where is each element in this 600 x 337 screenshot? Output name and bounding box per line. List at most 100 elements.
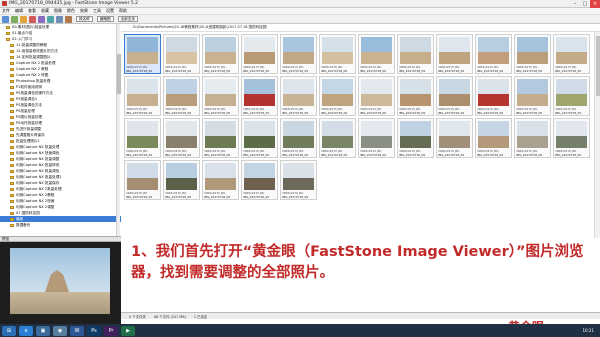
thumbnail[interactable]: 3968x2976 JPG IMG_20170718_09 bbox=[436, 34, 473, 74]
menu-item[interactable]: 工具 bbox=[93, 8, 101, 14]
menu-item[interactable]: 颜色 bbox=[67, 8, 75, 14]
thumbnail-filename: IMG_20170718_09 bbox=[399, 69, 425, 73]
thumbnail[interactable]: 3968x2976 JPG IMG_20170718_09 bbox=[163, 160, 200, 200]
rotate-icon[interactable] bbox=[38, 15, 45, 23]
thumbnail-scrollbar[interactable] bbox=[594, 32, 600, 238]
thumbnail-filename: IMG_20170718_09 bbox=[165, 69, 191, 73]
thumbnail[interactable]: 3968x2976 JPG IMG_20170718_09 bbox=[358, 118, 395, 158]
thumbnail[interactable]: 3968x2976 JPG IMG_20170718_09 bbox=[202, 118, 239, 158]
menu-item[interactable]: 文件 bbox=[2, 8, 10, 14]
taskbar-app-icon[interactable]: ▣ bbox=[36, 325, 50, 336]
path-bar[interactable]: D:\Documents\Pictures\20-18教程素材\05-大型建筑摄… bbox=[121, 24, 600, 32]
folder-tree-item[interactable]: 数据备份 bbox=[0, 222, 121, 228]
thumbnail[interactable]: 3968x2976 JPG IMG_20170718_09 bbox=[514, 34, 551, 74]
menu-item[interactable]: 效果 bbox=[80, 8, 88, 14]
folder-label: 07.国防科技园 bbox=[16, 210, 40, 215]
menu-item[interactable]: 帮助 bbox=[119, 8, 127, 14]
thumbnail[interactable]: 3968x2976 JPG IMG_20170718_09 bbox=[163, 76, 200, 116]
thumbnail[interactable]: 3968x2976 JPG IMG_20170718_09 bbox=[475, 118, 512, 158]
thumbnail[interactable]: 3968x2976 JPG IMG_20170718_09 bbox=[514, 118, 551, 158]
thumbnail[interactable]: 3968x2976 JPG IMG_20170718_09 bbox=[475, 34, 512, 74]
thumbnail-image bbox=[322, 121, 353, 148]
title-bar: IMG_20170718_094435.jpg - FastStone Imag… bbox=[0, 0, 600, 8]
thumbnail[interactable]: 3968x2976 JPG IMG_20170718_09 bbox=[397, 118, 434, 158]
thumbnail[interactable]: 3968x2976 JPG IMG_20170718_09 bbox=[319, 34, 356, 74]
batch-icon[interactable] bbox=[65, 15, 72, 23]
taskbar-app-icon[interactable]: ▶ bbox=[121, 325, 135, 336]
folder-icon bbox=[10, 193, 14, 197]
thumbnail[interactable]: 3968x2976 JPG IMG_20170718_09 bbox=[280, 118, 317, 158]
thumbnail[interactable]: 3968x2976 JPG IMG_20170718_09 bbox=[475, 76, 512, 116]
menu-item[interactable]: 收藏 bbox=[41, 8, 49, 14]
thumbnail-image bbox=[283, 121, 314, 148]
thumbnail[interactable]: 3968x2976 JPG IMG_20170718_09 bbox=[514, 76, 551, 116]
thumbnail[interactable]: 3968x2976 JPG IMG_20170718_09 bbox=[202, 160, 239, 200]
thumbnail[interactable]: 3968x2976 JPG IMG_20170718_09 bbox=[241, 160, 278, 200]
thumbnail[interactable]: 3968x2976 JPG IMG_20170718_09 bbox=[241, 118, 278, 158]
thumbnail[interactable]: 3968x2976 JPG IMG_20170718_09 bbox=[358, 76, 395, 116]
filter-select[interactable]: 全部支持 bbox=[117, 16, 138, 22]
folder-label: PS批量调色的操作方法 bbox=[16, 90, 53, 95]
thumbnail[interactable]: 3968x2976 JPG IMG_20170718_09 bbox=[280, 34, 317, 74]
thumbnail[interactable]: 3968x2976 JPG IMG_20170718_09 bbox=[124, 34, 161, 74]
thumbnail[interactable]: 3968x2976 JPG IMG_20170718_09 bbox=[163, 118, 200, 158]
menu-item[interactable]: 设置 bbox=[106, 8, 114, 14]
thumbnail[interactable]: 3968x2976 JPG IMG_20170718_09 bbox=[241, 34, 278, 74]
thumbnail[interactable]: 3968x2976 JPG IMG_20170718_09 bbox=[124, 160, 161, 200]
thumbnail[interactable]: 3968x2976 JPG IMG_20170718_09 bbox=[124, 118, 161, 158]
compare-icon[interactable] bbox=[47, 15, 54, 23]
folder-icon bbox=[6, 37, 10, 41]
folder-icon bbox=[10, 115, 14, 119]
thumbnail[interactable]: 3968x2976 JPG IMG_20170718_09 bbox=[202, 76, 239, 116]
thumbnail[interactable]: 3968x2976 JPG IMG_20170718_09 bbox=[319, 76, 356, 116]
thumbnail[interactable]: 3968x2976 JPG IMG_20170718_09 bbox=[124, 76, 161, 116]
email-icon[interactable] bbox=[56, 15, 63, 23]
close-icon[interactable]: × bbox=[590, 0, 600, 8]
thumbnail-filename: IMG_20170718_09 bbox=[126, 195, 152, 199]
window-title: IMG_20170718_094435.jpg - FastStone Imag… bbox=[9, 1, 139, 6]
thumbnail-image bbox=[244, 121, 275, 148]
taskbar-app-icon[interactable]: W bbox=[70, 325, 84, 336]
thumbnail-filename: IMG_20170718_09 bbox=[516, 153, 542, 157]
thumbnail[interactable]: 3968x2976 JPG IMG_20170718_09 bbox=[397, 76, 434, 116]
thumbnail-scroll-thumb[interactable] bbox=[596, 36, 600, 96]
slideshow-icon[interactable] bbox=[20, 15, 27, 23]
menu-item[interactable]: 查看 bbox=[28, 8, 36, 14]
folder-label: 利用Capture NX 批量处理1 bbox=[16, 174, 62, 179]
delete-icon[interactable] bbox=[29, 15, 36, 23]
thumbnail[interactable]: 3968x2976 JPG IMG_20170718_09 bbox=[280, 160, 317, 200]
refresh-icon[interactable] bbox=[11, 15, 18, 23]
thumbnail[interactable]: 3968x2976 JPG IMG_20170718_09 bbox=[280, 76, 317, 116]
thumbnail-image bbox=[127, 121, 158, 148]
taskbar-app-icon[interactable]: e bbox=[19, 325, 33, 336]
thumbnail-image bbox=[166, 79, 197, 106]
menu-item[interactable]: 图像 bbox=[54, 8, 62, 14]
thumbnail[interactable]: 3968x2976 JPG IMG_20170718_09 bbox=[358, 34, 395, 74]
thumbnail[interactable]: 3968x2976 JPG IMG_20170718_09 bbox=[553, 34, 590, 74]
taskbar-app-icon[interactable]: Pr bbox=[104, 325, 118, 336]
open-folder-icon[interactable] bbox=[2, 15, 9, 23]
folder-icon bbox=[10, 97, 14, 101]
taskbar-app-icon[interactable]: Ps bbox=[87, 325, 101, 336]
thumbnail[interactable]: 3968x2976 JPG IMG_20170718_09 bbox=[202, 34, 239, 74]
sort-select[interactable]: 按名称 bbox=[76, 16, 93, 22]
view-select[interactable]: 缩略图 bbox=[96, 16, 114, 22]
thumbnail-image bbox=[478, 79, 509, 106]
thumbnail[interactable]: 3968x2976 JPG IMG_20170718_09 bbox=[436, 76, 473, 116]
minimize-icon[interactable]: – bbox=[570, 0, 580, 8]
thumbnail-image bbox=[205, 121, 236, 148]
taskbar-app-icon[interactable]: ◉ bbox=[53, 325, 67, 336]
thumbnail[interactable]: 3968x2976 JPG IMG_20170718_09 bbox=[553, 76, 590, 116]
menu-item[interactable]: 编辑 bbox=[15, 8, 23, 14]
thumbnail[interactable]: 3968x2976 JPG IMG_20170718_09 bbox=[163, 34, 200, 74]
thumbnail-filename: IMG_20170718_09 bbox=[282, 111, 308, 115]
thumbnail[interactable]: 3968x2976 JPG IMG_20170718_09 bbox=[553, 118, 590, 158]
thumbnail[interactable]: 3968x2976 JPG IMG_20170718_09 bbox=[319, 118, 356, 158]
thumbnail[interactable]: 3968x2976 JPG IMG_20170718_09 bbox=[241, 76, 278, 116]
folder-label: Photoshop 批量处理 bbox=[16, 78, 51, 83]
tree-scrollbar[interactable] bbox=[116, 24, 121, 236]
thumbnail[interactable]: 3968x2976 JPG IMG_20170718_09 bbox=[436, 118, 473, 158]
maximize-icon[interactable]: □ bbox=[580, 0, 590, 8]
thumbnail[interactable]: 3968x2976 JPG IMG_20170718_09 bbox=[397, 34, 434, 74]
taskbar-app-icon[interactable]: ⊞ bbox=[2, 325, 16, 336]
